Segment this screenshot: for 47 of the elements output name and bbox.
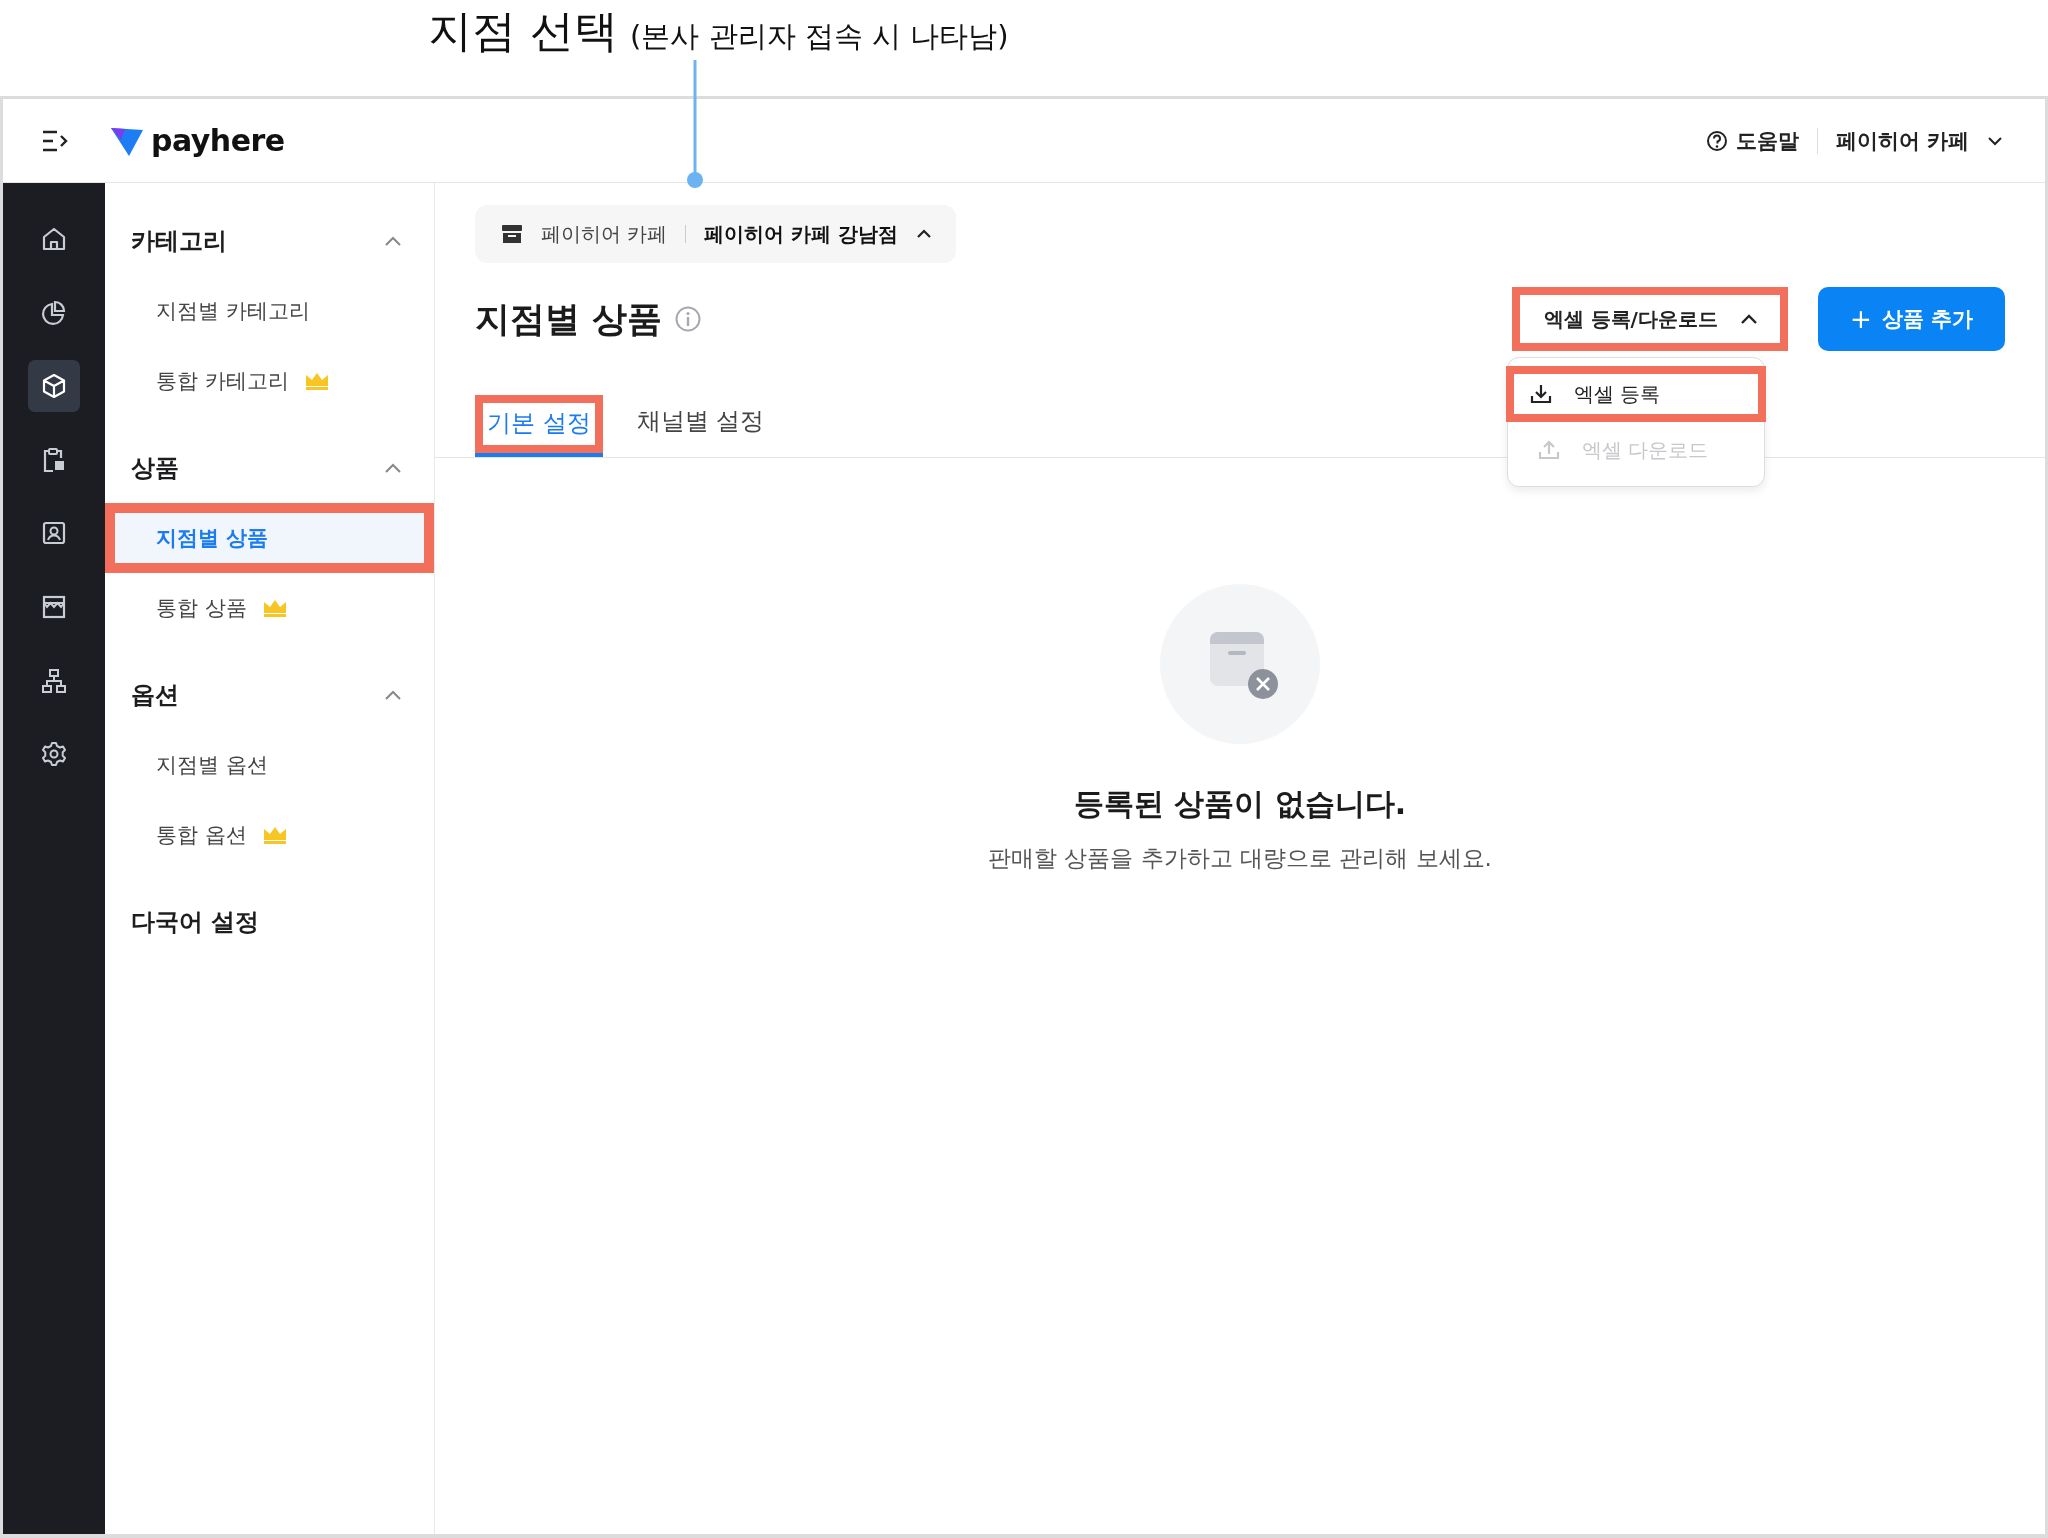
logo-icon <box>111 125 143 156</box>
sidebar-item[interactable]: 통합 상품 <box>105 573 434 643</box>
store-icon <box>501 224 523 244</box>
chevron-icon <box>384 462 402 474</box>
sitemap-icon <box>41 667 67 694</box>
clipboard-icon <box>41 446 67 473</box>
settings-icon <box>41 741 67 768</box>
help-link[interactable]: 도움말 <box>1705 126 1799 155</box>
sidebar-item[interactable]: 지점별 옵션 <box>105 730 434 800</box>
download-icon <box>1529 384 1552 404</box>
sidebar-item[interactable]: 지점별 상품 <box>105 503 434 573</box>
chevron-down-icon <box>1739 313 1758 325</box>
section-header[interactable]: 카테고리 <box>105 206 434 276</box>
section-header[interactable]: 상품 <box>105 433 434 503</box>
sidebar-item[interactable]: 통합 카테고리 <box>105 346 434 416</box>
tab[interactable]: 채널별 설정 <box>632 395 769 457</box>
sidebar-item[interactable]: 지점별 카테고리 <box>105 276 434 346</box>
storefront-icon <box>41 593 67 620</box>
branch-name: 페이히어 카페 강남점 <box>704 220 899 248</box>
cube-icon <box>41 373 67 400</box>
section-header[interactable]: 옵션 <box>105 660 434 730</box>
rail-button[interactable] <box>28 360 80 413</box>
empty-title: 등록된 상품이 없습니다. <box>1073 785 1407 823</box>
branch-selector[interactable]: 페이히어 카페 페이히어 카페 강남점 <box>475 205 957 263</box>
callout-note: (본사 관리자 접속 시 나타남) <box>630 18 1009 55</box>
pie-chart-icon <box>41 299 67 326</box>
help-icon <box>1705 129 1728 152</box>
menu-item[interactable]: 엑셀 등록 <box>1505 366 1766 422</box>
sidebar-link[interactable]: 다국어 설정 <box>105 887 434 957</box>
sidebar-item[interactable]: 통합 옵션 <box>105 800 434 870</box>
company-name: 페이히어 카페 <box>541 220 668 248</box>
home-icon <box>41 226 67 252</box>
person-card-icon <box>41 520 67 547</box>
chevron-icon <box>384 689 402 701</box>
account-menu[interactable]: 페이히어 카페 <box>1835 126 2003 155</box>
add-product-button[interactable]: + 상품 추가 <box>1817 287 2005 351</box>
page-title: 지점별 상품 <box>475 297 663 341</box>
empty-message: 판매할 상품을 추가하고 대량으로 관리해 보세요. <box>988 844 1492 873</box>
menu-icon[interactable] <box>41 128 69 153</box>
chevron-icon <box>916 229 933 239</box>
excel-dropdown-button[interactable]: 엑셀 등록/다운로드 <box>1511 287 1788 351</box>
chevron-icon <box>384 235 402 247</box>
brand-name: payhere <box>151 123 285 158</box>
tab[interactable]: 기본 설정 <box>475 395 603 457</box>
callout-title: 지점 선택 <box>428 6 618 56</box>
chevron-down-icon <box>1987 135 2003 146</box>
upload-icon <box>1537 440 1560 460</box>
